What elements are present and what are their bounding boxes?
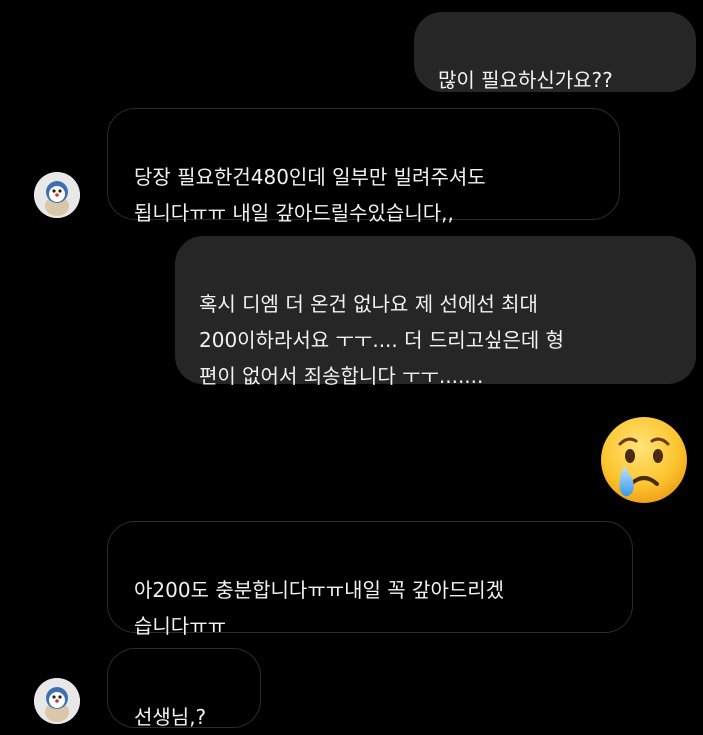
message-bubble-received[interactable]: 선생님,?	[107, 648, 261, 729]
avatar[interactable]	[34, 678, 80, 724]
message-text: 선생님,?	[134, 705, 207, 729]
crying-face-emoji[interactable]	[598, 414, 690, 506]
crying-face-icon	[601, 417, 687, 503]
message-bubble-received[interactable]: 당장 필요한건480인데 일부만 빌려주셔도 됩니다ㅠㅠ 내일 갚아드릴수있습니…	[107, 108, 620, 225]
message-bubble-received[interactable]: 아200도 충분합니다ㅠㅠ내일 꼭 갚아드리겠 습니다ㅠㅠ	[107, 521, 633, 638]
message-bubble-sent[interactable]: 많이 필요하신가요??	[414, 12, 696, 92]
message-text: 당장 필요한건480인데 일부만 빌려주셔도 됩니다ㅠㅠ 내일 갚아드릴수있습니…	[134, 165, 486, 225]
avatar-image	[34, 172, 80, 218]
avatar-image	[34, 678, 80, 724]
message-bubble-sent[interactable]: 혹시 디엠 더 온건 없나요 제 선에선 최대 200이하라서요 ㅜㅜ.... …	[175, 236, 696, 388]
message-text: 아200도 충분합니다ㅠㅠ내일 꼭 갚아드리겠 습니다ㅠㅠ	[134, 578, 505, 638]
avatar[interactable]	[34, 172, 80, 218]
message-text: 많이 필요하신가요??	[438, 68, 613, 92]
message-text: 혹시 디엠 더 온건 없나요 제 선에선 최대 200이하라서요 ㅜㅜ.... …	[199, 292, 565, 388]
